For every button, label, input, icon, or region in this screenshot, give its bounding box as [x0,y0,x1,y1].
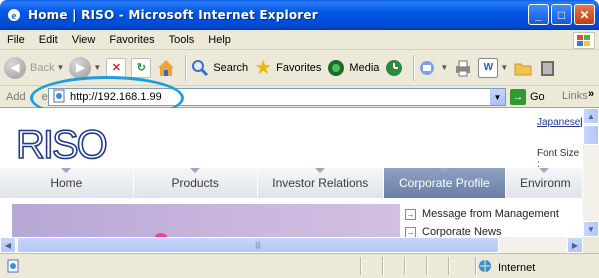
horizontal-scroll-thumb[interactable]: ||| [17,237,499,253]
forward-arrow-icon: ▶ [69,56,92,79]
nav-investor-relations[interactable]: Investor Relations [257,168,384,198]
vertical-scrollbar[interactable]: ▲ ▼ [583,108,599,245]
svg-text:e: e [12,10,17,22]
print-icon [453,58,473,78]
menu-help[interactable]: Help [201,34,238,46]
close-button[interactable]: ✕ [574,4,595,25]
star-icon: ★ [254,57,273,79]
close-icon: ✕ [579,7,590,22]
menu-tools[interactable]: Tools [162,34,202,46]
refresh-icon: ↻ [131,57,152,78]
nav-products[interactable]: Products [133,168,258,198]
scroll-left-icon[interactable]: ◀ [0,237,16,253]
status-cell [404,257,424,275]
folder-icon [513,58,533,78]
stop-button[interactable]: ✕ [106,57,127,78]
title-bar: e Home | RISO - Microsoft Internet Explo… [0,0,599,30]
mail-button[interactable]: ▼ [418,58,448,78]
status-cell [360,257,380,275]
globe-icon [478,259,494,276]
media-icon [326,58,346,78]
links-label[interactable]: Links [562,90,588,102]
toolbar-separator [185,54,187,81]
search-button[interactable]: Search [190,58,248,78]
go-button[interactable]: → Go [510,89,545,105]
edit-button[interactable]: W ▼ [478,57,509,78]
window-title: Home | RISO - Microsoft Internet Explore… [28,8,318,22]
horizontal-scrollbar[interactable]: ◀ ||| ▶ [0,237,583,253]
history-icon [384,58,404,78]
menu-favorites[interactable]: Favorites [102,34,161,46]
page-status-icon [6,259,20,273]
nav-home[interactable]: Home [0,168,134,198]
history-button[interactable] [384,58,404,78]
home-icon [156,58,176,78]
nav-corporate-profile[interactable]: Corporate Profile [383,168,506,198]
maximize-button[interactable]: □ [551,4,572,25]
side-link-message[interactable]: → Message from Management [405,208,559,220]
vertical-scroll-thumb[interactable] [583,125,599,145]
media-label: Media [349,61,380,74]
home-button[interactable] [156,58,176,78]
stop-icon: ✕ [106,57,127,78]
address-dropdown-icon[interactable]: ▼ [490,89,505,105]
menu-edit[interactable]: Edit [32,34,65,46]
riso-logo[interactable]: RISO [14,126,114,164]
print-button[interactable] [453,58,473,78]
research-icon [538,58,558,78]
edit-dropdown-icon: ▼ [500,63,509,72]
scroll-up-icon[interactable]: ▲ [583,108,599,124]
windows-logo-icon [573,32,595,49]
favorites-button[interactable]: ★ Favorites [253,57,322,79]
arrow-right-icon: → [405,208,416,220]
menu-file[interactable]: File [0,34,32,46]
main-nav: Home Products Investor Relations Corpora… [0,168,583,198]
mail-icon [418,58,438,78]
go-arrow-icon: → [510,89,526,105]
menu-view[interactable]: View [65,34,103,46]
chevron-right-icon[interactable]: » [588,88,594,100]
scrollbar-corner [583,237,599,253]
ie-logo-icon: e [6,7,22,23]
mail-dropdown-icon: ▼ [440,63,449,72]
menu-bar: File Edit View Favorites Tools Help [0,30,599,50]
back-button[interactable]: ◀ Back ▼ [4,56,65,79]
status-bar: Internet [0,253,599,278]
media-button[interactable]: Media [326,58,379,78]
maximize-icon: □ [557,7,566,22]
font-size-label: Font Size : [537,148,580,170]
scroll-down-icon[interactable]: ▼ [583,221,599,237]
status-cell [426,257,446,275]
go-label: Go [530,91,545,103]
svg-text:RISO: RISO [16,126,107,164]
page-content: RISO Japanese | Font Size : Home Product… [0,108,583,245]
back-label: Back [30,61,55,74]
security-zone: Internet [478,259,535,276]
nav-environment[interactable]: Environm [505,168,583,198]
favorites-label: Favorites [276,61,322,74]
refresh-button[interactable]: ↻ [131,57,152,78]
search-icon [190,58,210,78]
research-button[interactable] [538,58,558,78]
word-icon: W [478,57,499,78]
search-label: Search [213,61,249,74]
toolbar-separator [413,54,415,81]
status-cell [448,257,474,275]
status-cell [382,257,402,275]
folder-button[interactable] [513,58,533,78]
minimize-button[interactable]: _ [528,4,549,25]
back-arrow-icon: ◀ [4,56,26,79]
minimize-icon: _ [535,7,542,22]
scroll-right-icon[interactable]: ▶ [567,237,583,253]
forward-dropdown-icon: ▼ [93,63,102,72]
japanese-link[interactable]: Japanese [537,117,580,128]
back-dropdown-icon: ▼ [56,63,65,72]
arrow-right-icon: → [405,226,416,238]
